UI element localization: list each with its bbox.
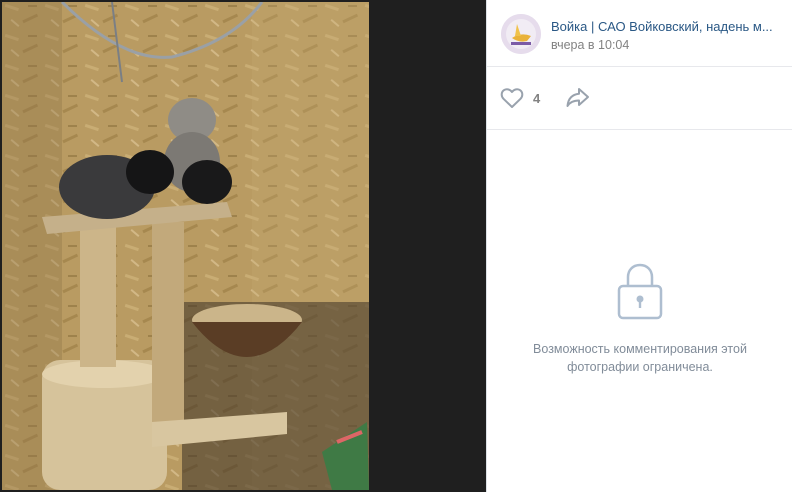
like-button[interactable]: 4 — [500, 85, 540, 111]
comments-restricted-message: Возможность комментирования этой фотогра… — [533, 342, 747, 374]
photo-viewer: Войка | САО Войковский, надень м... вчер… — [0, 0, 792, 492]
photo-area — [0, 0, 486, 492]
share-arrow-icon — [566, 88, 589, 107]
like-count: 4 — [533, 90, 541, 106]
lock-icon — [617, 262, 663, 325]
heart-icon — [500, 88, 524, 108]
avatar-logo-icon — [501, 14, 541, 54]
photo-side-panel: Войка | САО Войковский, надень м... вчер… — [486, 0, 792, 492]
share-button[interactable] — [565, 86, 591, 113]
post-date[interactable]: вчера в 10:04 — [551, 38, 629, 52]
post-author-header: Войка | САО Войковский, надень м... вчер… — [487, 0, 792, 67]
post-photo[interactable] — [2, 2, 369, 490]
post-actions: 4 — [487, 67, 792, 130]
comments-restricted-notice: Возможность комментирования этой фотогра… — [487, 262, 792, 376]
avatar[interactable] — [501, 14, 541, 54]
author-name-link[interactable]: Войка | САО Войковский, надень м... — [551, 19, 781, 34]
